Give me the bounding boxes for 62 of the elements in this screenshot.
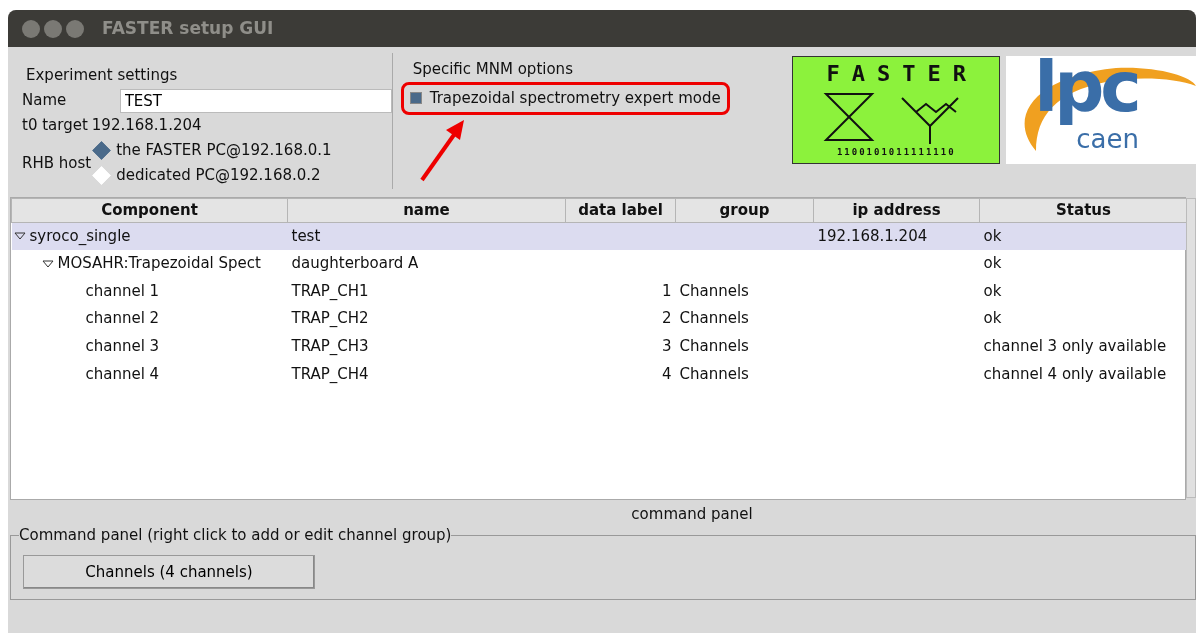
radio-option[interactable]: dedicated PC@192.168.0.2 [91, 163, 332, 188]
table-cell: TRAP_CH3 [291, 336, 369, 355]
table-cell: 2 [661, 309, 672, 328]
table-cell: test [291, 226, 321, 245]
field-label: t0 target [22, 115, 88, 136]
close-button[interactable] [22, 19, 40, 38]
table-cell: 1 [661, 281, 672, 300]
table-cell: channel 2 [85, 309, 160, 328]
table-cell: Channels [679, 309, 749, 328]
field-label: RHB host [22, 152, 92, 174]
column-header[interactable]: Component [11, 198, 288, 222]
table-cell: Channels [679, 281, 749, 300]
panel-title: command panel [630, 504, 754, 525]
table-cell: Channels [679, 364, 749, 383]
table-cell: 4 [661, 364, 672, 383]
table-cell: 3 [661, 336, 672, 355]
table-cell: daughterboard A [291, 254, 419, 273]
logo-text: caen [1076, 126, 1139, 152]
field-value: 192.168.1.204 [91, 115, 202, 136]
table-row[interactable]: channel 1 TRAP_CH1 1 Channels ok [11, 277, 1188, 305]
table-cell: Channels [679, 336, 749, 355]
table-cell: channel 1 [85, 281, 160, 300]
maximize-button[interactable] [66, 19, 84, 38]
section-title: Experiment settings [26, 65, 179, 86]
window-title: FASTER setup GUI [102, 16, 274, 40]
table-cell: channel 4 only available [983, 364, 1167, 383]
table-cell: ok [983, 309, 1002, 328]
table-cell: ok [983, 226, 1002, 245]
scrollbar[interactable] [1186, 198, 1196, 498]
table-cell: 192.168.1.204 [817, 226, 928, 245]
table-cell: channel 4 [85, 364, 160, 383]
table-row[interactable]: MOSAHR:Trapezoidal Spect daughterboard A ok [11, 249, 1188, 278]
channel-group-button[interactable]: Channels (4 channels) [23, 555, 315, 589]
table-cell: TRAP_CH2 [291, 309, 369, 328]
column-header[interactable]: Status [979, 198, 1188, 222]
table-cell: channel 3 only available [983, 336, 1167, 355]
table-cell: MOSAHR:Trapezoidal Spect [57, 254, 261, 273]
table-cell: TRAP_CH1 [291, 281, 369, 300]
field-label: Name [22, 90, 67, 111]
section-title: Specific MNM options [412, 59, 574, 80]
collapse-icon[interactable] [41, 259, 54, 268]
name-field[interactable]: TEST [119, 88, 392, 113]
panel-legend: Command panel (right click to add or edit channel group) [19, 528, 452, 543]
column-header[interactable]: ip address [813, 198, 980, 222]
table-row[interactable]: channel 2 TRAP_CH2 2 Channels ok [11, 304, 1188, 333]
checkbox-option[interactable]: Trapezoidal spectrometry expert mode [409, 87, 721, 110]
table-cell: channel 3 [85, 336, 160, 355]
collapse-icon[interactable] [13, 232, 26, 241]
column-header[interactable]: data label [565, 198, 676, 222]
minimize-button[interactable] [44, 19, 62, 38]
table-cell: ok [983, 254, 1002, 273]
table-cell: syroco_single [29, 226, 131, 245]
table-cell: ok [983, 281, 1002, 300]
radio-option[interactable]: the FASTER PC@192.168.0.1 [91, 138, 332, 163]
column-header[interactable]: name [287, 198, 566, 222]
table-cell: TRAP_CH4 [291, 364, 369, 383]
logo-text: FASTER [826, 60, 978, 88]
logo-text: 1100101011111110 [836, 146, 956, 159]
table-row[interactable]: channel 3 TRAP_CH3 3 Channels channel 3 only available [11, 332, 1188, 360]
table-row[interactable]: channel 4 TRAP_CH4 4 Channels channel 4 only available [11, 359, 1188, 388]
arrow [420, 120, 464, 182]
column-header[interactable]: group [675, 198, 814, 222]
